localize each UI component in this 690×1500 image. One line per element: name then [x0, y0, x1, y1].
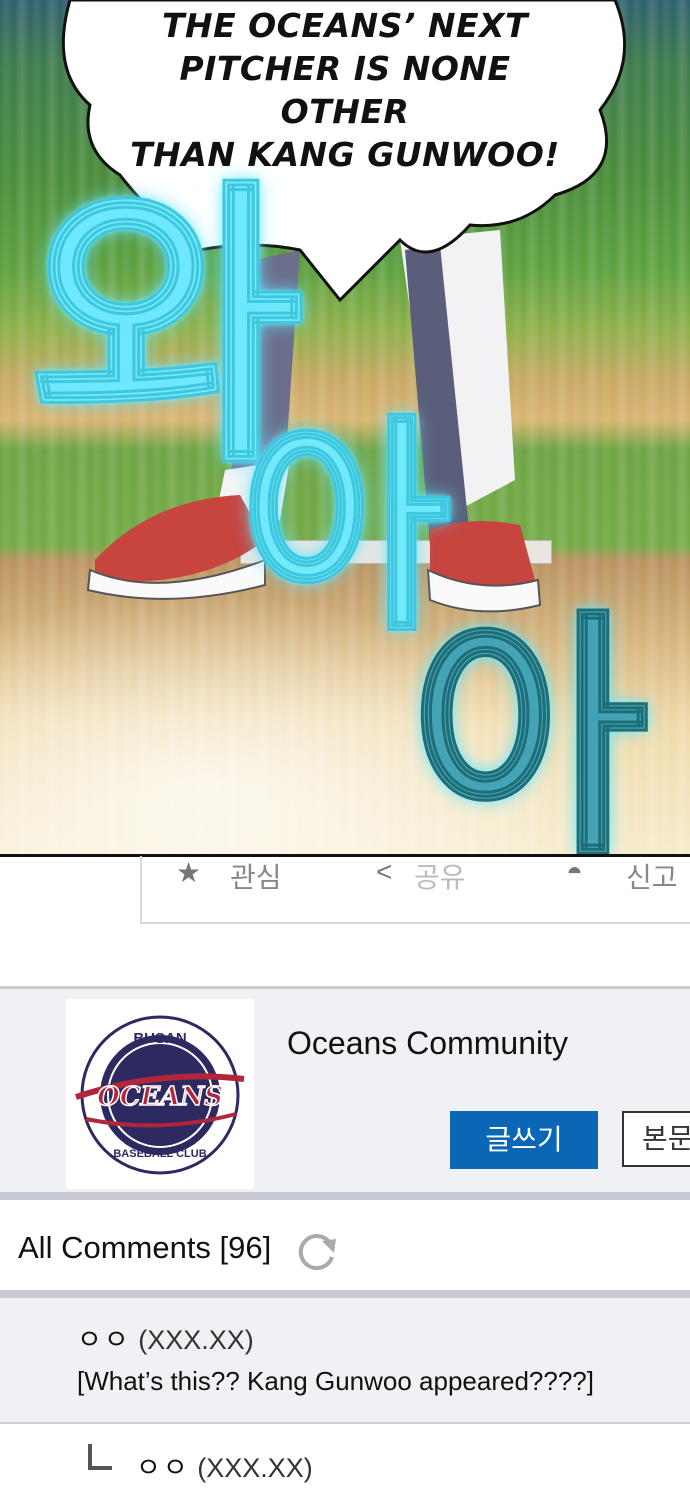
community-logo[interactable]: BUSAN BASEBALL CLUB OCEANS	[66, 999, 254, 1189]
svg-text:OCEANS: OCEANS	[97, 1082, 223, 1112]
author-ip: (XXX.XX)	[138, 1325, 254, 1355]
author-ip: (XXX.XX)	[197, 1453, 313, 1483]
svg-text:BASEBALL CLUB: BASEBALL CLUB	[113, 1148, 206, 1160]
author-icon: ㅇㅇ	[77, 1325, 131, 1355]
svg-text:BUSAN: BUSAN	[133, 1030, 186, 1047]
sfx-a-2: 아	[408, 589, 650, 857]
comment-text: [What’s this?? Kang Gunwoo appeared????]	[77, 1366, 594, 1396]
share-icon[interactable]: <	[376, 856, 392, 888]
comments-count-label: All Comments [96]	[18, 1230, 272, 1265]
oceans-logo-icon: BUSAN BASEBALL CLUB OCEANS	[75, 1015, 245, 1175]
reply-arrow-icon	[88, 1444, 112, 1470]
star-icon[interactable]: ★	[176, 856, 201, 889]
report-label[interactable]: 신고	[626, 856, 678, 896]
comment-reply-item: ㅇㅇ (XXX.XX)	[0, 1424, 690, 1500]
community-header: BUSAN BASEBALL CLUB OCEANS Oceans Commun…	[0, 986, 690, 1200]
speech-bubble-text: THE OCEANS’ NEXT PITCHER IS NONE OTHER T…	[110, 4, 580, 176]
manhwa-panel: THE OCEANS’ NEXT PITCHER IS NONE OTHER T…	[0, 0, 690, 856]
caption-line-2: PITCHER IS NONE OTHER	[179, 49, 511, 131]
caption-line-1: THE OCEANS’ NEXT	[161, 6, 529, 45]
comment-author: ㅇㅇ (XXX.XX)	[77, 1318, 254, 1357]
favorite-label[interactable]: 관심	[230, 856, 282, 896]
siren-icon[interactable]: ◓	[566, 856, 583, 888]
comment-author: ㅇㅇ (XXX.XX)	[136, 1446, 313, 1485]
share-label[interactable]: 공유	[414, 856, 466, 896]
comment-item: ㅇㅇ (XXX.XX) [What’s this?? Kang Gunwoo a…	[0, 1298, 690, 1424]
author-icon: ㅇㅇ	[136, 1453, 190, 1483]
refresh-icon[interactable]	[292, 1229, 342, 1273]
write-post-button[interactable]: 글쓰기	[450, 1111, 598, 1169]
view-post-button[interactable]: 본문	[622, 1111, 690, 1167]
community-title[interactable]: Oceans Community	[287, 1025, 568, 1062]
post-action-bar: ★ 관심 < 공유 ◓ 신고	[140, 856, 690, 924]
comments-header: All Comments [96]	[0, 1200, 690, 1298]
